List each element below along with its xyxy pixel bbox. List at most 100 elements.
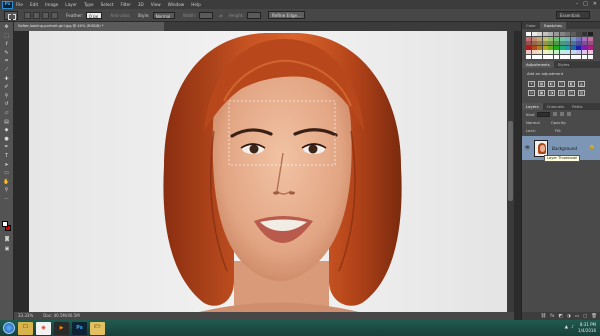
eyedropper-tool-icon[interactable]: ⁄ — [2, 67, 12, 74]
start-button[interactable] — [3, 322, 15, 334]
delete-layer-icon[interactable]: 🗑 — [591, 314, 597, 319]
color-swatch[interactable] — [531, 50, 537, 55]
color-swatch[interactable] — [548, 41, 554, 46]
menu-image[interactable]: Image — [45, 2, 58, 7]
tab-paths[interactable]: Paths — [568, 103, 586, 110]
color-swatch[interactable] — [587, 54, 593, 59]
hand-tool-icon[interactable]: ✋ — [2, 178, 12, 185]
color-swatch[interactable] — [542, 36, 548, 41]
color-swatch[interactable] — [553, 50, 559, 55]
subtract-selection-icon[interactable] — [42, 11, 49, 19]
new-layer-icon[interactable]: ▢ — [583, 314, 587, 319]
menu-window[interactable]: Window — [168, 2, 185, 7]
color-swatch[interactable] — [526, 50, 531, 55]
new-adjustment-icon[interactable]: ◑ — [567, 314, 571, 319]
intersect-selection-icon[interactable] — [51, 11, 58, 19]
color-swatch[interactable] — [559, 36, 565, 41]
color-swatch[interactable] — [570, 41, 576, 46]
color-swatch[interactable] — [559, 32, 565, 36]
link-layers-icon[interactable]: ⛓ — [541, 314, 547, 319]
brush-tool-icon[interactable]: ✐ — [2, 84, 12, 91]
path-select-tool-icon[interactable]: ➤ — [2, 161, 12, 168]
tab-channels[interactable]: Channels — [543, 103, 569, 110]
new-selection-icon[interactable] — [24, 11, 31, 19]
tab-color[interactable]: Color — [522, 22, 540, 29]
color-swatch[interactable] — [542, 41, 548, 46]
color-swatch[interactable] — [531, 54, 537, 59]
color-swatch[interactable] — [542, 32, 548, 36]
color-swatch[interactable] — [587, 36, 593, 41]
pen-tool-icon[interactable]: ✒ — [2, 144, 12, 151]
color-swatch[interactable] — [537, 54, 543, 59]
color-swatch[interactable] — [548, 45, 554, 50]
curves-icon[interactable]: ◐ — [548, 80, 555, 87]
type-tool-icon[interactable]: T — [2, 153, 12, 160]
color-swatch[interactable] — [565, 50, 571, 55]
clone-stamp-tool-icon[interactable]: ⚲ — [2, 92, 12, 99]
anti-alias-checkbox[interactable]: Anti-alias — [110, 13, 129, 18]
menu-select[interactable]: Select — [101, 2, 114, 7]
invert-icon[interactable]: ◰ — [568, 89, 575, 96]
eye-icon[interactable]: 👁 — [524, 146, 531, 151]
tab-layers[interactable]: Layers — [522, 103, 543, 110]
vertical-scrollbar[interactable] — [507, 31, 514, 312]
dodge-tool-icon[interactable]: ● — [2, 135, 12, 142]
color-swatch[interactable] — [531, 45, 537, 50]
color-swatch[interactable] — [526, 54, 531, 59]
menu-view[interactable]: View — [151, 2, 161, 7]
volume-icon[interactable]: ♪ — [571, 325, 574, 330]
filter-adjust-icon[interactable] — [560, 112, 565, 116]
menu-layer[interactable]: Layer — [65, 2, 77, 7]
color-swatch[interactable] — [581, 54, 587, 59]
color-swatch[interactable] — [570, 32, 576, 36]
color-swatch[interactable] — [548, 36, 554, 41]
color-swatch[interactable] — [565, 45, 571, 50]
filter-pixel-icon[interactable] — [553, 112, 558, 116]
color-swatch[interactable] — [559, 45, 565, 50]
color-swatch[interactable] — [576, 41, 582, 46]
menu-edit[interactable]: Edit — [30, 2, 38, 7]
refine-edge-button[interactable]: Refine Edge... — [268, 11, 306, 19]
taskbar-media-icon[interactable]: ▶ — [54, 321, 69, 335]
color-swatch[interactable] — [542, 54, 548, 59]
quick-mask-icon[interactable]: ◙ — [2, 236, 12, 243]
color-swatch[interactable] — [570, 45, 576, 50]
color-swatch[interactable] — [559, 41, 565, 46]
layer-style-icon[interactable]: fx — [550, 314, 554, 319]
width-input[interactable] — [199, 11, 214, 19]
swap-icon[interactable]: ⇄ — [219, 13, 223, 18]
photo-filter-icon[interactable]: ◑ — [548, 89, 555, 96]
menu-type[interactable]: Type — [84, 2, 94, 7]
color-swatch[interactable] — [553, 41, 559, 46]
color-swatch[interactable] — [553, 45, 559, 50]
add-selection-icon[interactable] — [33, 11, 40, 19]
channel-mixer-icon[interactable]: ▤ — [558, 89, 565, 96]
color-swatch[interactable] — [587, 41, 593, 46]
brightness-icon[interactable]: ☀ — [528, 80, 535, 87]
color-swatch[interactable] — [542, 50, 548, 55]
color-swatch[interactable] — [537, 36, 543, 41]
minimize-button[interactable]: – — [576, 1, 579, 7]
color-swatch[interactable] — [570, 50, 576, 55]
filter-kind-select[interactable]: Kind — [526, 112, 534, 117]
color-swatch[interactable] — [553, 36, 559, 41]
gradient-tool-icon[interactable]: ▤ — [2, 118, 12, 125]
color-swatch[interactable] — [531, 32, 537, 36]
layer-name[interactable]: Background — [552, 146, 577, 151]
color-swatch[interactable] — [576, 50, 582, 55]
color-swatch[interactable] — [576, 32, 582, 36]
color-swatch[interactable] — [526, 36, 531, 41]
color-swatch[interactable] — [570, 36, 576, 41]
color-swatch[interactable] — [531, 36, 537, 41]
foreground-color-swatch[interactable] — [2, 221, 8, 227]
color-swatch[interactable] — [526, 32, 531, 36]
color-swatch[interactable] — [537, 50, 543, 55]
color-swatch[interactable] — [548, 50, 554, 55]
crop-tool-icon[interactable]: ⌗ — [2, 58, 12, 65]
exposure-icon[interactable]: ▽ — [558, 80, 565, 87]
canvas-area[interactable] — [14, 31, 514, 312]
new-group-icon[interactable]: ▭ — [575, 314, 579, 319]
taskbar-folder-icon[interactable]: 🗁 — [90, 321, 105, 335]
color-swatch[interactable] — [565, 54, 571, 59]
tab-swatches[interactable]: Swatches — [539, 22, 567, 29]
